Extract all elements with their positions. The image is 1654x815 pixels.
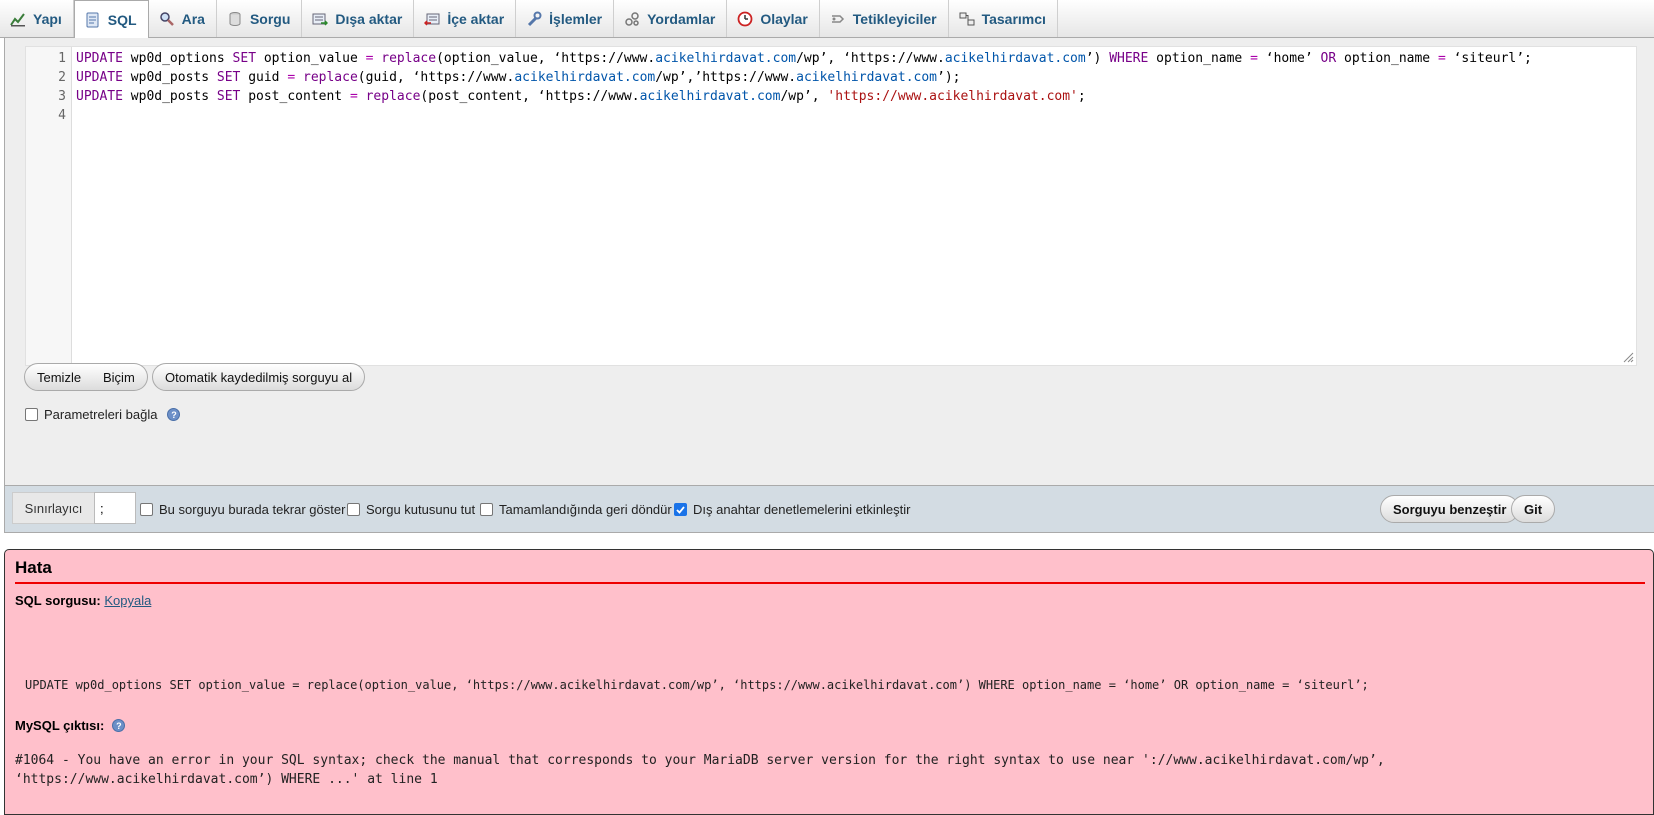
tab-import[interactable]: İçe aktar: [414, 0, 517, 37]
foreign-key-checks-label: Dış anahtar denetlemelerini etkinleştir: [693, 502, 911, 517]
bind-parameters-option: Parametreleri bağla ?: [25, 407, 181, 422]
line-number-gutter: 1 2 3 4: [26, 47, 72, 365]
search-icon: [159, 11, 175, 27]
tab-label: Olaylar: [760, 10, 808, 27]
tab-label: Yapı: [33, 10, 62, 27]
bind-parameters-checkbox[interactable]: [25, 408, 38, 421]
delimiter-label: Sınırlayıcı: [12, 492, 94, 524]
sql-query-label: SQL sorgusu:: [15, 593, 101, 608]
line-number: 1: [58, 51, 66, 66]
triggers-icon: [830, 11, 846, 27]
mysql-output-label: MySQL çıktısı:: [15, 718, 105, 733]
bind-parameters-label: Parametreleri bağla: [44, 407, 158, 422]
tab-label: Sorgu: [249, 10, 291, 27]
retain-query-box-label: Sorgu kutusunu tut: [366, 502, 476, 517]
export-icon: [312, 11, 329, 27]
tab-search[interactable]: Ara: [149, 0, 217, 37]
query-icon: [227, 11, 243, 27]
foreign-key-checks-checkbox[interactable]: [674, 503, 687, 516]
sql-editor[interactable]: 1 2 3 4 UPDATE wp0d_options SET option_v…: [25, 46, 1637, 366]
tab-operations[interactable]: İşlemler: [516, 0, 615, 37]
tab-label: Tetikleyiciler: [852, 10, 937, 27]
rollback-checkbox[interactable]: [480, 503, 493, 516]
tab-label: Dışa aktar: [335, 10, 403, 27]
format-button[interactable]: Biçim: [91, 363, 148, 391]
sql-query-box: 1 2 3 4 UPDATE wp0d_options SET option_v…: [4, 38, 1654, 485]
tab-label: Yordamlar: [647, 10, 716, 27]
delimiter-input[interactable]: ;: [94, 492, 136, 524]
code-line: UPDATE wp0d_options SET option_value = r…: [76, 51, 1532, 66]
rollback-option: Tamamlandığında geri döndür: [480, 502, 672, 517]
tab-designer[interactable]: Tasarımcı: [949, 0, 1058, 37]
foreign-key-checks-option: Dış anahtar denetlemelerini etkinleştir: [674, 502, 911, 517]
designer-icon: [959, 11, 975, 27]
import-icon: [424, 11, 440, 27]
retain-query-box-option: Sorgu kutusunu tut: [347, 502, 475, 517]
tab-query[interactable]: Sorgu: [217, 0, 303, 37]
code-line: UPDATE wp0d_posts SET guid = replace(gui…: [76, 70, 961, 85]
structure-icon: [10, 11, 26, 27]
error-panel: Hata SQL sorgusu: Kopyala UPDATE wp0d_op…: [4, 549, 1654, 815]
line-number: 3: [58, 89, 66, 104]
tab-structure[interactable]: Yapı: [0, 0, 74, 37]
wrench-icon: [526, 11, 542, 27]
tab-export[interactable]: Dışa aktar: [302, 0, 415, 37]
tab-routines[interactable]: Yordamlar: [614, 0, 728, 37]
show-query-again-option: Bu sorguyu burada tekrar göster: [140, 502, 345, 517]
tab-events[interactable]: Olaylar: [727, 0, 820, 37]
show-query-again-checkbox[interactable]: [140, 503, 153, 516]
rollback-label: Tamamlandığında geri döndür: [499, 502, 672, 517]
tab-label: Ara: [181, 10, 205, 27]
checkmark-icon: [676, 506, 685, 514]
help-icon[interactable]: ?: [112, 719, 126, 732]
copy-link[interactable]: Kopyala: [104, 593, 151, 608]
simulate-query-button[interactable]: Sorguyu benzeştir: [1380, 495, 1520, 523]
resize-grip-icon[interactable]: [1622, 351, 1634, 363]
error-message-line: #1064 - You have an error in your SQL sy…: [15, 753, 1385, 768]
tab-sql[interactable]: SQL: [73, 0, 149, 39]
error-query-text: UPDATE wp0d_options SET option_value = r…: [25, 678, 1369, 692]
tab-label: İşlemler: [549, 10, 603, 27]
line-number: 4: [58, 108, 66, 123]
mysql-output-heading: MySQL çıktısı: ?: [15, 718, 126, 733]
tab-label: İçe aktar: [447, 10, 505, 27]
sql-query-heading: SQL sorgusu: Kopyala: [15, 593, 151, 608]
clock-icon: [737, 11, 753, 27]
clear-button[interactable]: Temizle: [24, 363, 95, 391]
tab-label: SQL: [107, 12, 137, 28]
tab-label: Tasarımcı: [981, 10, 1046, 27]
error-title: Hata: [15, 558, 1645, 584]
tab-triggers[interactable]: Tetikleyiciler: [820, 0, 949, 37]
query-options-bar: Sınırlayıcı ; Bu sorguyu burada tekrar g…: [4, 485, 1654, 533]
help-icon[interactable]: ?: [167, 408, 181, 421]
routines-icon: [624, 11, 640, 27]
code-line: UPDATE wp0d_posts SET post_content = rep…: [76, 89, 1086, 104]
show-query-again-label: Bu sorguyu burada tekrar göster: [159, 502, 346, 517]
retain-query-box-checkbox[interactable]: [347, 503, 360, 516]
sql-icon: [85, 12, 101, 28]
tab-bar: Yapı SQL Ara Sorgu Dışa aktar İçe aktar: [0, 0, 1654, 39]
line-number: 2: [58, 70, 66, 85]
error-message-line: ‘https://www.acikelhirdavat.com’) WHERE …: [15, 772, 438, 787]
go-button[interactable]: Git: [1511, 495, 1556, 523]
get-autosaved-query-button[interactable]: Otomatik kaydedilmiş sorguyu al: [152, 363, 366, 391]
